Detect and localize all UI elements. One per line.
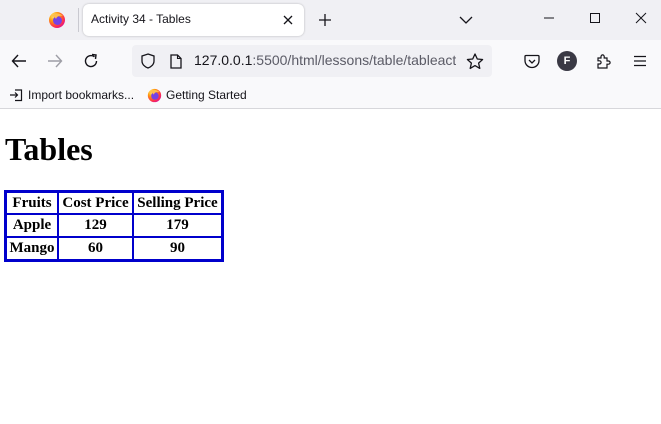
pocket-button[interactable] <box>519 48 545 74</box>
arrow-right-icon <box>48 54 63 68</box>
page-content: Tables Fruits Cost Price Selling Price A… <box>0 109 661 424</box>
url-path: :5500/html/lessons/table/tableactivity34… <box>252 52 456 68</box>
plus-icon <box>319 14 331 26</box>
bookmark-import[interactable]: Import bookmarks... <box>8 85 134 105</box>
reload-button[interactable] <box>78 48 104 74</box>
table-cell: Mango <box>6 237 58 260</box>
bookmark-star-button[interactable] <box>464 51 486 71</box>
bookmark-getting-started[interactable]: Getting Started <box>146 85 247 105</box>
table-cell: 90 <box>133 237 222 260</box>
list-all-tabs-button[interactable] <box>454 8 478 32</box>
url-bar[interactable]: 127.0.0.1:5500/html/lessons/table/tablea… <box>132 45 492 77</box>
close-icon <box>283 15 293 25</box>
fruits-table: Fruits Cost Price Selling Price Apple 12… <box>4 190 224 262</box>
app-menu-button[interactable] <box>627 48 653 74</box>
table-header-row: Fruits Cost Price Selling Price <box>6 192 222 214</box>
tracking-protection-shield[interactable] <box>138 51 158 71</box>
account-avatar[interactable]: F <box>557 51 577 71</box>
navigation-toolbar: 127.0.0.1:5500/html/lessons/table/tablea… <box>0 40 661 82</box>
shield-icon <box>141 53 155 69</box>
account-initial: F <box>563 55 571 67</box>
table-cell: 129 <box>58 214 133 237</box>
arrow-left-icon <box>11 54 26 68</box>
firefox-logo-icon <box>146 87 162 103</box>
table-cell: 60 <box>58 237 133 260</box>
bookmark-label: Getting Started <box>166 88 247 102</box>
star-icon <box>466 52 484 69</box>
firefox-view-button[interactable] <box>36 0 78 40</box>
page-info-button[interactable] <box>166 51 186 71</box>
window-close-button[interactable] <box>618 0 661 36</box>
table-row: Mango 60 90 <box>6 237 222 260</box>
maximize-button[interactable] <box>572 0 618 36</box>
url-host: 127.0.0.1 <box>194 52 253 68</box>
column-header: Cost Price <box>58 192 133 214</box>
chevron-down-icon <box>459 16 473 24</box>
tab-active[interactable]: Activity 34 - Tables <box>83 4 304 36</box>
forward-button[interactable] <box>42 48 68 74</box>
minimize-button[interactable] <box>526 0 572 36</box>
close-icon <box>635 12 647 24</box>
firefox-logo-icon <box>49 12 65 28</box>
tab-close-button[interactable] <box>278 10 298 30</box>
column-header: Selling Price <box>133 192 222 214</box>
import-icon <box>8 87 24 103</box>
bookmarks-toolbar: Import bookmarks... Getting Started <box>0 82 661 109</box>
tab-strip: Activity 34 - Tables <box>0 0 661 40</box>
new-tab-button[interactable] <box>312 8 338 32</box>
column-header: Fruits <box>6 192 58 214</box>
page-icon <box>170 53 182 69</box>
puzzle-icon <box>597 54 611 69</box>
extensions-button[interactable] <box>591 48 617 74</box>
pocket-icon <box>524 54 540 68</box>
maximize-icon <box>590 13 600 23</box>
hamburger-menu-icon <box>634 55 646 67</box>
table-row: Apple 129 179 <box>6 214 222 237</box>
back-button[interactable] <box>6 48 32 74</box>
table-cell: Apple <box>6 214 58 237</box>
bookmark-label: Import bookmarks... <box>28 88 135 102</box>
url-text[interactable]: 127.0.0.1:5500/html/lessons/table/tablea… <box>194 52 456 68</box>
table-cell: 179 <box>133 214 222 237</box>
page-heading: Tables <box>5 131 93 167</box>
tab-separator <box>78 8 79 32</box>
tab-title: Activity 34 - Tables <box>91 12 191 26</box>
minimize-icon <box>544 17 554 19</box>
reload-icon <box>84 53 98 68</box>
